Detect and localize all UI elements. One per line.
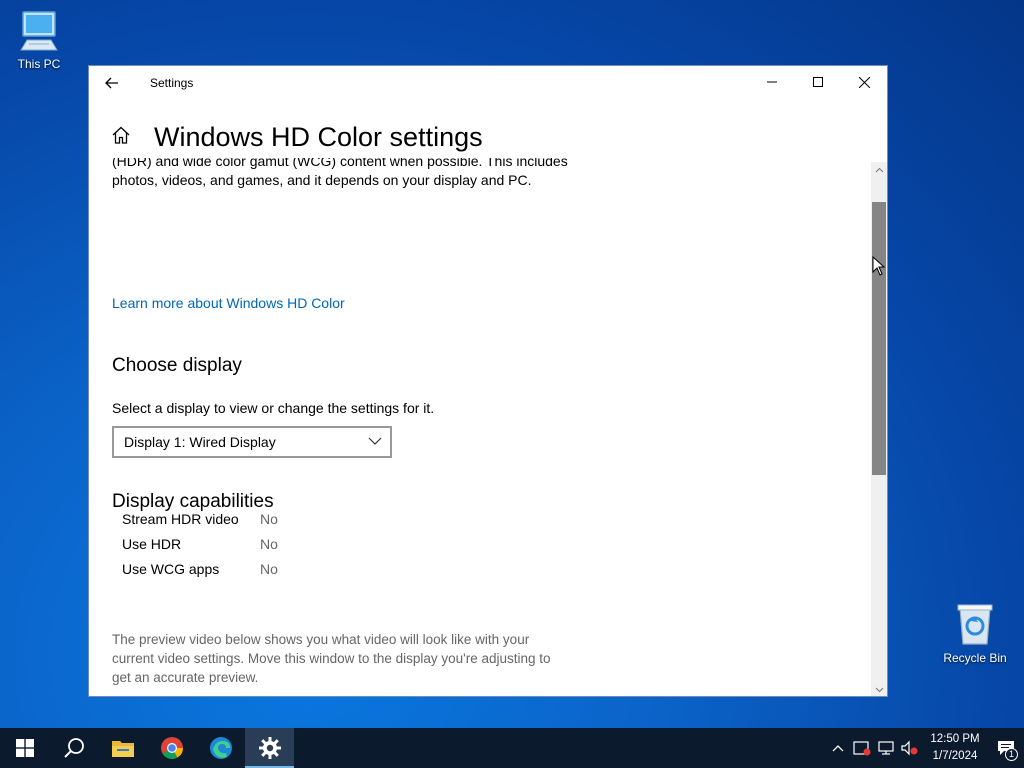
settings-content: (HDR) and wide color gamut (WCG) content…: [112, 158, 872, 696]
taskbar-clock[interactable]: 12:50 PM 1/7/2024: [922, 731, 988, 765]
search-button[interactable]: [49, 728, 98, 768]
taskbar: 12:50 PM 1/7/2024 1: [0, 728, 1024, 768]
chevron-down-icon: [368, 437, 382, 445]
windows-logo-icon: [15, 739, 34, 757]
close-icon: [858, 76, 870, 88]
back-button[interactable]: [89, 66, 135, 100]
network-tray-button[interactable]: [874, 728, 898, 768]
recycle-bin-label: Recycle Bin: [943, 651, 1007, 665]
edge-icon: [209, 737, 232, 759]
this-pc-label: This PC: [17, 57, 61, 71]
maximize-button[interactable]: [795, 66, 841, 98]
chevron-up-icon: [832, 745, 844, 752]
mouse-cursor-icon: [872, 256, 886, 276]
chevron-up-icon: [875, 167, 883, 173]
home-icon: [112, 126, 130, 144]
capability-label: Use HDR: [122, 536, 182, 552]
window-title: Settings: [150, 76, 194, 90]
recycle-bin-desktop-icon[interactable]: Recycle Bin: [940, 602, 1010, 665]
intro-line: photos, videos, and games, and it depend…: [112, 172, 532, 188]
security-tray-button[interactable]: [850, 728, 874, 768]
display-capabilities-heading: Display capabilities: [112, 491, 274, 512]
network-icon: [878, 741, 894, 755]
capability-value: No: [260, 536, 278, 552]
choose-display-description: Select a display to view or change the s…: [112, 400, 435, 416]
close-button[interactable]: [841, 66, 887, 98]
clock-time: 12:50 PM: [930, 733, 980, 745]
minimize-icon: [767, 81, 777, 83]
this-pc-desktop-icon[interactable]: This PC: [4, 10, 74, 71]
scroll-down-button[interactable]: [871, 682, 887, 696]
capability-value: No: [260, 561, 278, 577]
page-title: Windows HD Color settings: [154, 122, 483, 152]
notification-count-badge: 1: [1005, 748, 1018, 761]
system-tray: 12:50 PM 1/7/2024 1: [826, 728, 1024, 768]
intro-text: (HDR) and wide color gamut (WCG) content…: [112, 158, 572, 190]
minimize-button[interactable]: [749, 66, 795, 98]
learn-more-link[interactable]: Learn more about Windows HD Color: [112, 295, 345, 311]
volume-muted-icon: [901, 740, 918, 756]
window-controls: [749, 66, 887, 98]
home-button[interactable]: [111, 126, 131, 149]
chrome-button[interactable]: [147, 728, 196, 768]
search-icon: [63, 738, 84, 758]
gear-icon: [258, 737, 281, 759]
capability-value: No: [260, 511, 278, 527]
preview-description: The preview video below shows you what v…: [112, 632, 551, 685]
show-hidden-icons-button[interactable]: [826, 728, 850, 768]
choose-display-heading: Choose display: [112, 355, 242, 376]
scrollbar-thumb[interactable]: [872, 202, 886, 475]
settings-taskbar-button[interactable]: [245, 728, 294, 768]
capability-label: Use WCG apps: [122, 561, 220, 577]
volume-tray-button[interactable]: [898, 728, 922, 768]
recycle-bin-icon: [957, 604, 993, 645]
action-center-button[interactable]: 1: [988, 728, 1024, 768]
capability-label: Stream HDR video: [122, 511, 239, 527]
intro-clipped-line: (HDR) and wide color gamut (WCG) content…: [112, 158, 568, 169]
capability-row: Use HDR No: [122, 536, 278, 552]
capability-row: Use WCG apps No: [122, 561, 278, 577]
folder-icon: [111, 741, 134, 757]
clock-date: 1/7/2024: [932, 750, 978, 762]
maximize-icon: [813, 77, 823, 87]
settings-window: Settings Windows HD Color settings (HDR)…: [88, 65, 888, 697]
capability-row: Stream HDR video No: [122, 511, 278, 527]
computer-icon: [20, 11, 58, 51]
security-icon: [853, 741, 871, 756]
file-explorer-button[interactable]: [98, 728, 147, 768]
chrome-icon: [160, 737, 183, 759]
back-arrow-icon: [105, 77, 118, 89]
vertical-scrollbar[interactable]: [871, 162, 887, 696]
display-select-dropdown[interactable]: Display 1: Wired Display: [112, 426, 392, 458]
title-bar: Settings: [89, 66, 887, 100]
start-button[interactable]: [0, 728, 49, 768]
page-header: Windows HD Color settings: [111, 122, 483, 153]
chevron-down-icon: [875, 687, 883, 693]
scroll-up-button[interactable]: [871, 162, 887, 178]
edge-button[interactable]: [196, 728, 245, 768]
display-select-value: Display 1: Wired Display: [124, 434, 276, 450]
